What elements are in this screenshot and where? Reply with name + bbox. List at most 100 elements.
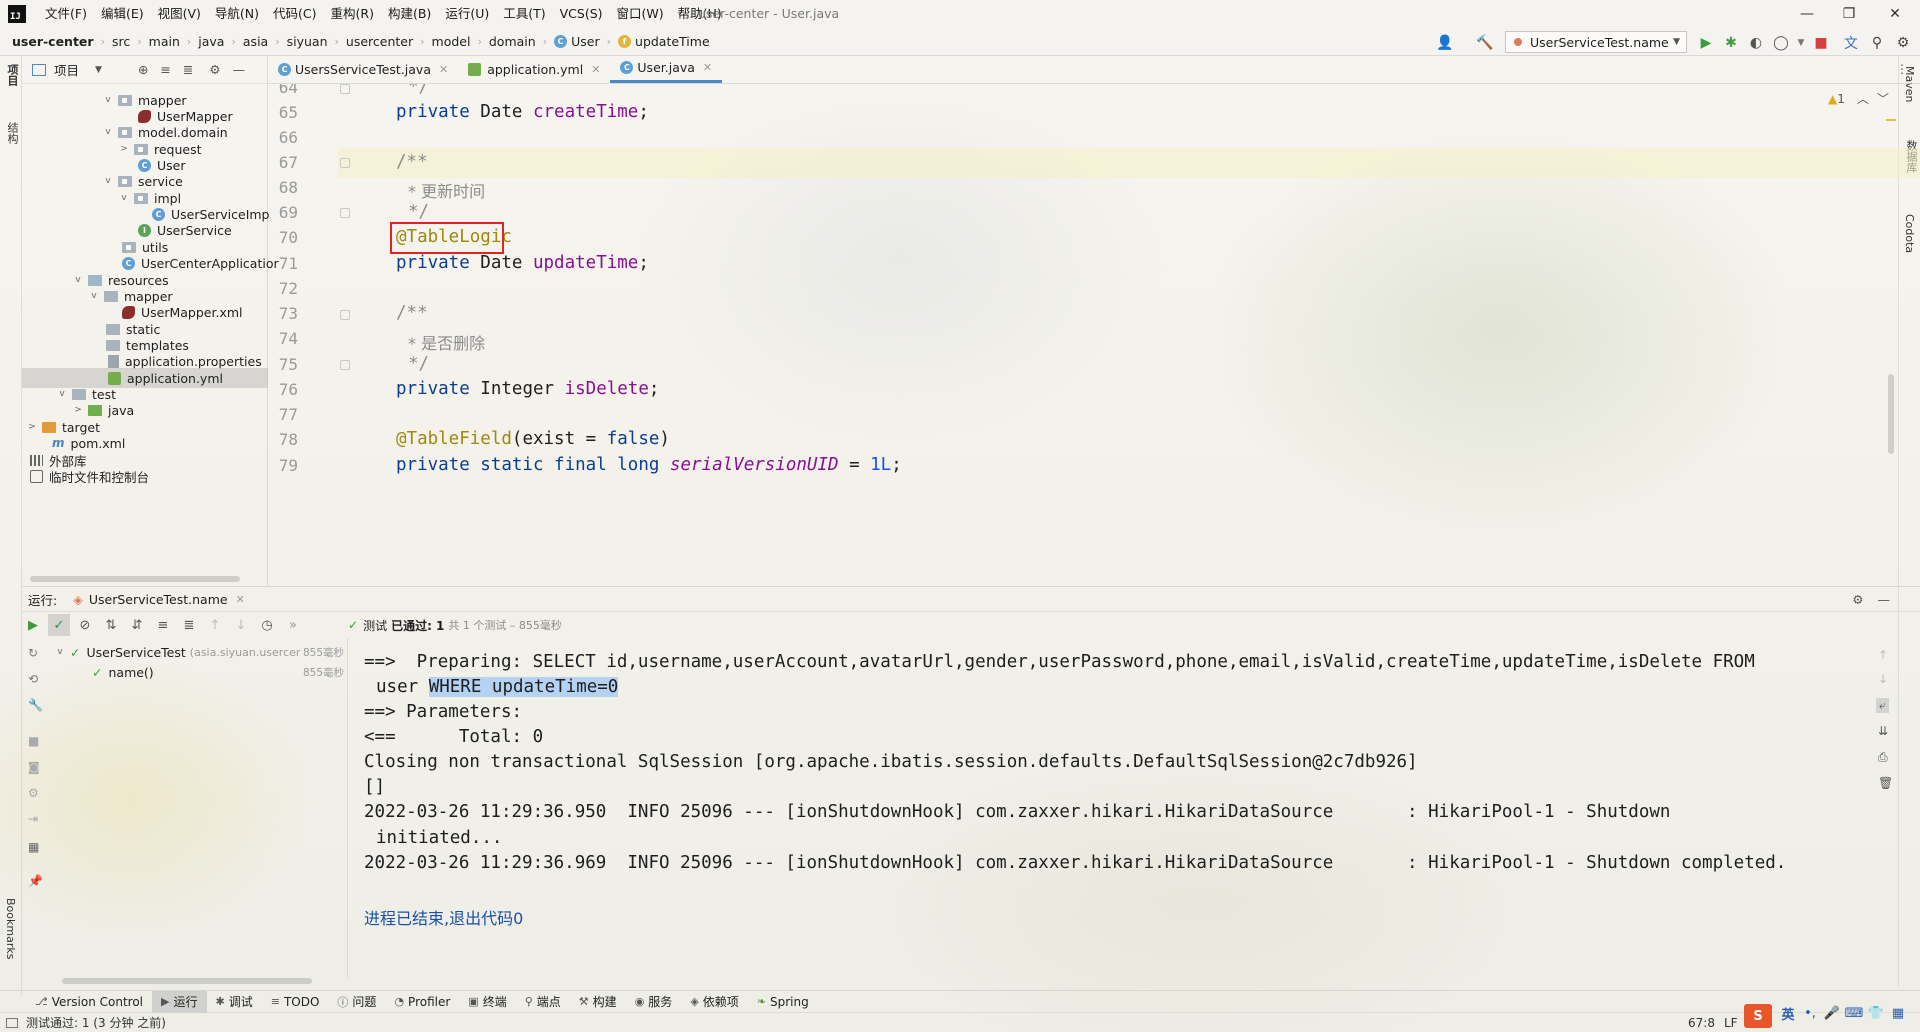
print-icon[interactable]: ⎙ — [1878, 750, 1888, 765]
breadcrumb-class[interactable]: C User — [552, 34, 602, 49]
hide-panel-icon[interactable]: — — [233, 62, 246, 77]
select-opened-file-icon[interactable]: ⊕ — [138, 62, 148, 77]
menu-navigate[interactable]: 导航(N) — [208, 0, 266, 28]
tool-spring[interactable]: ❧ Spring — [748, 991, 818, 1013]
horizontal-scrollbar[interactable] — [62, 978, 312, 984]
previous-failed-icon[interactable]: ↑ — [204, 614, 226, 636]
search-icon[interactable]: ⚲ — [1868, 34, 1886, 52]
minimize-icon[interactable]: — — [1784, 0, 1830, 28]
tool-problems[interactable]: ⓘ 问题 — [328, 991, 385, 1013]
sogou-ime-icon[interactable]: S — [1744, 1004, 1772, 1028]
more-run-chevron-icon[interactable]: ▼ — [1792, 34, 1810, 52]
breadcrumb-field[interactable]: f updateTime — [616, 34, 712, 49]
tool-build[interactable]: ⚒ 构建 — [570, 991, 626, 1013]
fold-marker-icon[interactable] — [340, 84, 350, 94]
breadcrumb-model[interactable]: model — [430, 34, 473, 49]
intellij-logo-icon[interactable]: IJ — [8, 5, 26, 23]
test-suite-row[interactable]: v ✓ UserServiceTest (asia.siyuan.usercer… — [54, 642, 344, 662]
horizontal-scrollbar[interactable] — [30, 576, 240, 582]
fold-marker-icon[interactable] — [340, 158, 350, 168]
down-icon[interactable]: ↓ — [1878, 672, 1888, 686]
profile-icon[interactable]: ◯ — [1772, 34, 1790, 52]
more-tabs-icon[interactable]: ⋮ — [1896, 55, 1908, 83]
ime-menu-icon[interactable]: ▦ — [1888, 1002, 1908, 1024]
menu-tools[interactable]: 工具(T) — [496, 0, 552, 28]
status-toggle-icon[interactable] — [6, 1017, 18, 1028]
show-ignored-icon[interactable]: ⊘ — [74, 614, 96, 636]
collapse-all-icon[interactable]: ≣ — [178, 614, 200, 636]
breadcrumb-asia[interactable]: asia — [241, 34, 270, 49]
breadcrumb-main[interactable]: main — [147, 34, 182, 49]
run-icon[interactable]: ▶ — [1697, 34, 1715, 52]
tab-user-java[interactable]: C User.java ✕ — [610, 55, 723, 83]
tab-usersservicetest[interactable]: C UsersServiceTest.java ✕ — [268, 55, 458, 83]
menu-code[interactable]: 代码(C) — [266, 0, 323, 28]
menu-refactor[interactable]: 重构(R) — [324, 0, 381, 28]
breadcrumb-siyuan[interactable]: siyuan — [285, 34, 330, 49]
hide-panel-icon[interactable]: — — [1878, 592, 1891, 607]
stop-icon[interactable]: ■ — [1812, 34, 1830, 52]
tab-application-yml[interactable]: application.yml ✕ — [458, 55, 610, 83]
caret-position[interactable]: 67:8 — [1688, 1016, 1715, 1030]
breadcrumb-usercenter[interactable]: usercenter — [344, 34, 415, 49]
menu-window[interactable]: 窗口(W) — [610, 0, 671, 28]
line-separator[interactable]: LF — [1724, 1016, 1738, 1030]
fold-marker-icon[interactable] — [340, 310, 350, 320]
tool-dependencies[interactable]: ◈ 依赖项 — [681, 991, 747, 1013]
trash-icon[interactable]: 🗑 — [1878, 776, 1893, 790]
sort-alphabetically-icon[interactable]: ⇅ — [100, 614, 122, 636]
tool-debug[interactable]: ✱ 调试 — [207, 991, 262, 1013]
menu-view[interactable]: 视图(V) — [151, 0, 208, 28]
build-hammer-icon[interactable]: 🔨 — [1476, 34, 1494, 52]
rerun-icon[interactable]: ▶ — [22, 614, 44, 636]
more-actions-icon[interactable]: » — [282, 614, 304, 636]
tool-version-control[interactable]: ⎇ Version Control — [26, 991, 152, 1013]
keyboard-icon[interactable]: ⌨ — [1844, 1002, 1864, 1024]
ime-punctuation-icon[interactable]: •, — [1800, 1002, 1820, 1024]
tree-item-scratches[interactable]: 临时文件和控制台 — [30, 466, 149, 486]
tool-endpoints[interactable]: ⚲ 端点 — [516, 991, 570, 1013]
console-output[interactable]: ==> Preparing: SELECT id,username,userAc… — [348, 640, 1858, 980]
breadcrumb-src[interactable]: src — [110, 34, 132, 49]
soft-wrap-icon[interactable]: ⤶ — [1876, 698, 1889, 713]
chevron-down-icon[interactable]: ▼ — [95, 65, 102, 75]
debug-icon[interactable]: ✱ — [1722, 34, 1740, 52]
structure-tool-button[interactable]: 结构 — [4, 122, 20, 144]
breadcrumb-java[interactable]: java — [196, 34, 226, 49]
tool-terminal[interactable]: ▣ 终端 — [459, 991, 515, 1013]
expand-all-icon[interactable]: ≡ — [152, 614, 174, 636]
chevron-up-icon[interactable]: ︿ — [1857, 92, 1869, 106]
translate-icon[interactable]: 文 — [1842, 34, 1860, 52]
menu-run[interactable]: 运行(U) — [438, 0, 496, 28]
test-history-icon[interactable]: ◷ — [256, 614, 278, 636]
menu-file[interactable]: 文件(F) — [38, 0, 94, 28]
gear-icon[interactable]: ⚙ — [209, 62, 220, 77]
tool-profiler[interactable]: ◔ Profiler — [385, 991, 459, 1013]
status-message[interactable]: 测试通过: 1 (3 分钟 之前) — [26, 1014, 166, 1031]
tool-run[interactable]: ▶ 运行 — [152, 990, 207, 1013]
fold-marker-icon[interactable] — [340, 360, 350, 370]
sort-by-duration-icon[interactable]: ⇵ — [126, 614, 148, 636]
settings-gear-icon[interactable]: ⚙ — [1894, 34, 1912, 52]
tool-todo[interactable]: ≡ TODO — [262, 991, 329, 1013]
skin-shirt-icon[interactable]: 👕 — [1866, 1002, 1886, 1024]
menu-edit[interactable]: 编辑(E) — [94, 0, 151, 28]
project-tool-button[interactable]: 项目 — [4, 64, 20, 86]
next-failed-icon[interactable]: ↓ — [230, 614, 252, 636]
close-tab-icon[interactable]: ✕ — [236, 593, 245, 606]
restore-icon[interactable]: ❐ — [1826, 0, 1872, 28]
breadcrumb-project[interactable]: user-center — [10, 34, 96, 49]
coverage-icon[interactable]: ◐ — [1747, 34, 1765, 52]
show-passed-icon[interactable]: ✓ — [48, 614, 70, 636]
warning-stripe[interactable] — [1886, 119, 1896, 121]
menu-build[interactable]: 构建(B) — [381, 0, 438, 28]
collapse-all-icon[interactable]: ≣ — [183, 62, 193, 77]
vertical-scrollbar[interactable] — [1888, 374, 1894, 454]
ime-language-toggle[interactable]: 英 — [1778, 1002, 1798, 1024]
scroll-to-end-icon[interactable]: ⇊ — [1878, 724, 1888, 738]
run-tab[interactable]: ◈ UserServiceTest.name ✕ — [73, 592, 245, 607]
menu-vcs[interactable]: VCS(S) — [553, 0, 610, 28]
inspection-widget[interactable]: ▲1 ︿ ﹀ — [1828, 90, 1889, 107]
breadcrumb-domain[interactable]: domain — [487, 34, 538, 49]
tool-services[interactable]: ◉ 服务 — [626, 991, 682, 1013]
